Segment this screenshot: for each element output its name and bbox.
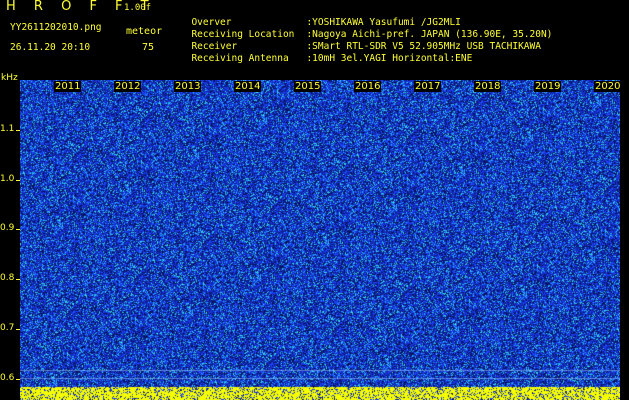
frequency-unit-label: kHz [1,73,18,83]
x-label: 2011 [54,81,82,92]
x-label: 2012 [114,81,142,92]
version-label: 1.00f [124,3,152,13]
x-label: 2017 [414,81,442,92]
x-label: 2020 [594,81,622,92]
y-tick-label: 0.8 [0,273,15,283]
filename-label: YY2611202010.png [10,22,102,33]
y-tick-label: 0.7 [0,323,15,333]
y-tick-mark [16,329,20,330]
x-label: 2015 [294,81,322,92]
event-type-label: meteor [126,26,163,37]
info-key: Receiving Antenna [191,53,289,64]
info-antenna: Receiving Antenna :10mH 3el.YAGI Horizont… [180,42,472,64]
x-label: 2019 [534,81,562,92]
spectrogram [20,80,620,400]
y-tick-mark [16,229,20,230]
info-value: :10mH 3el.YAGI Horizontal:ENE [306,53,473,64]
x-label: 2018 [474,81,502,92]
x-label: 2016 [354,81,382,92]
event-count: 75 [142,42,155,53]
y-tick-mark [16,279,20,280]
y-tick-mark [16,180,20,181]
x-label: 2014 [234,81,262,92]
y-tick-mark [16,379,20,380]
y-tick-mark [16,130,20,131]
y-tick-label: 1.0 [0,174,15,184]
y-tick-label: 0.6 [0,373,15,383]
x-label: 2013 [174,81,202,92]
datetime-label: 26.11.20 20:10 [10,42,91,53]
y-tick-label: 0.9 [0,223,15,233]
y-tick-label: 1.1 [0,124,15,134]
